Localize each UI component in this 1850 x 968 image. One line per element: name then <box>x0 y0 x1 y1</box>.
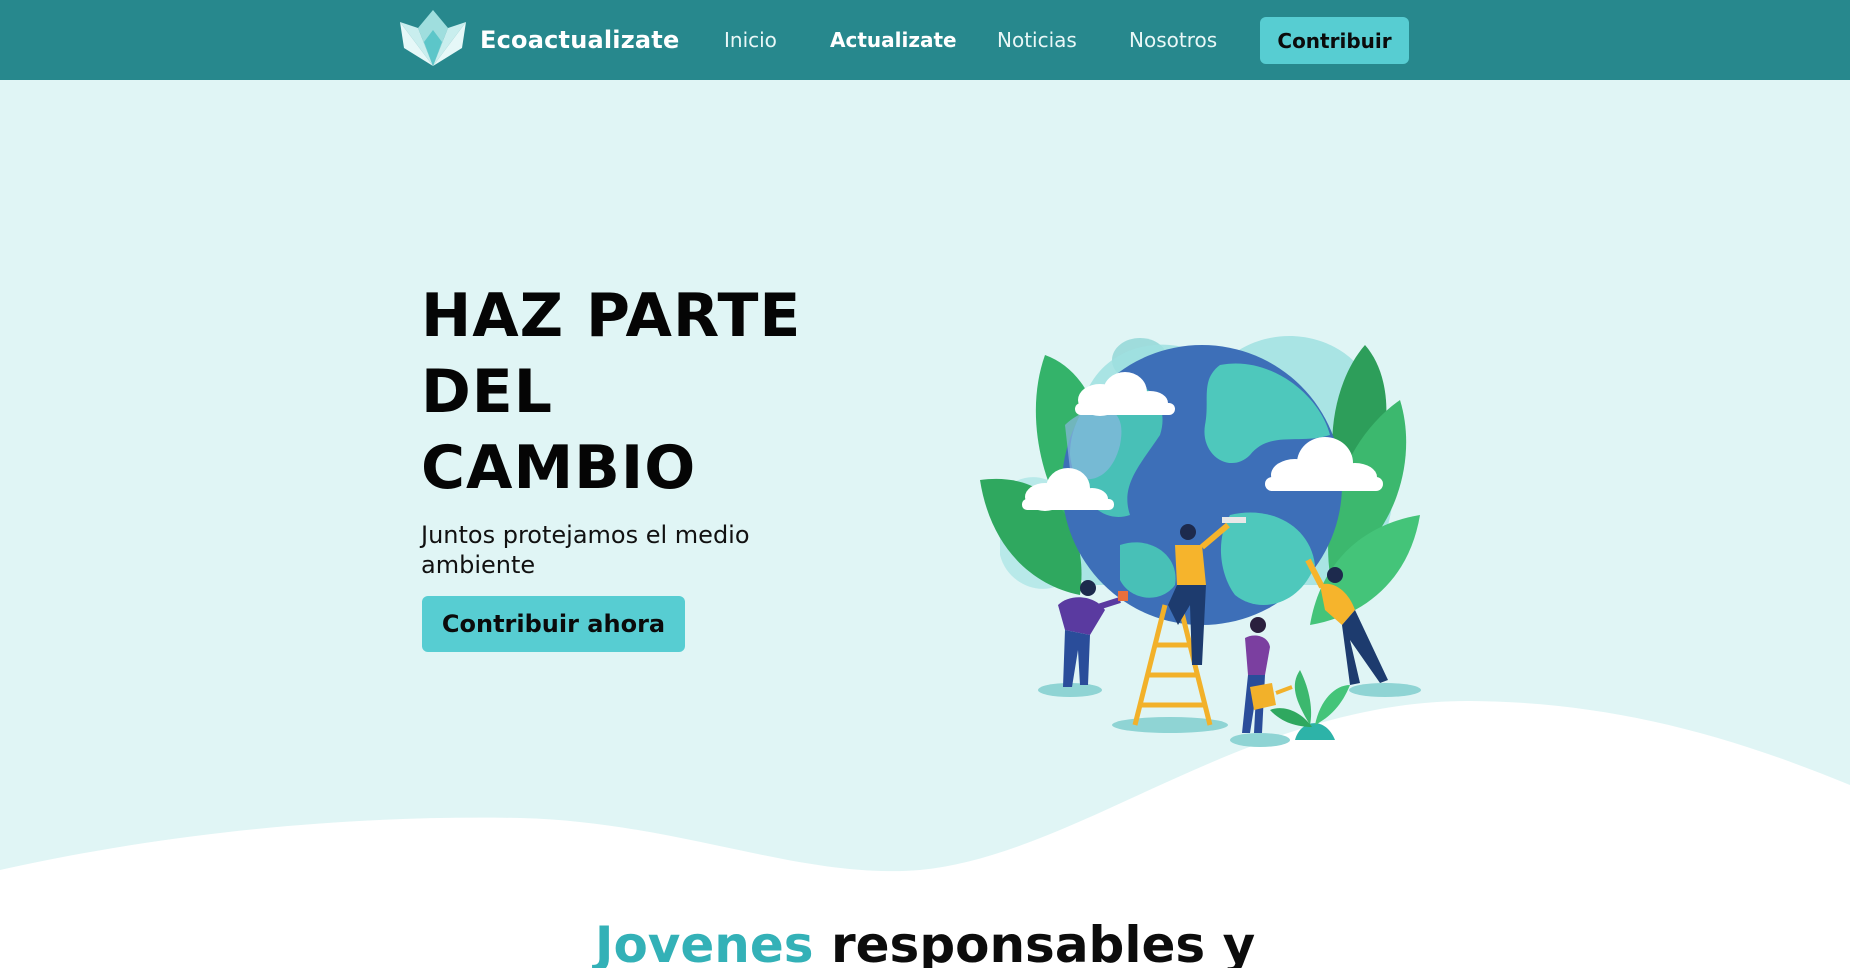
hero-title-line: DEL <box>421 357 554 427</box>
section-heading: Jovenes responsables y <box>0 912 1850 968</box>
nav-link-nosotros[interactable]: Nosotros <box>1129 28 1217 52</box>
navbar: Ecoactualizate Inicio Actualizate Notici… <box>0 0 1850 80</box>
lotus-logo-icon <box>400 10 466 66</box>
plant-icon <box>1270 670 1350 740</box>
wave-divider <box>0 700 1850 968</box>
earth-care-illustration <box>980 336 1421 747</box>
section-heading-rest: responsables y <box>813 916 1256 968</box>
watering-can-icon <box>1250 683 1276 710</box>
hero-title: HAZ PARTE DEL CAMBIO <box>421 278 901 506</box>
brand-name: Ecoactualizate <box>480 26 680 54</box>
contribuir-button[interactable]: Contribuir <box>1260 17 1409 64</box>
nav-link-actualizate[interactable]: Actualizate <box>830 28 957 52</box>
hero-title-line: CAMBIO <box>421 433 697 503</box>
hero-subtitle: Juntos protejamos el medio ambiente <box>421 521 750 579</box>
nav-link-inicio[interactable]: Inicio <box>724 28 777 52</box>
brand[interactable]: Ecoactualizate <box>396 8 679 72</box>
contribuir-ahora-button[interactable]: Contribuir ahora <box>422 596 685 652</box>
hero-section: HAZ PARTE DEL CAMBIO Juntos protejamos e… <box>0 80 1850 968</box>
hero-title-line: HAZ PARTE <box>421 281 802 351</box>
section-heading-accent: Jovenes <box>594 916 814 968</box>
nav-link-noticias[interactable]: Noticias <box>997 28 1077 52</box>
